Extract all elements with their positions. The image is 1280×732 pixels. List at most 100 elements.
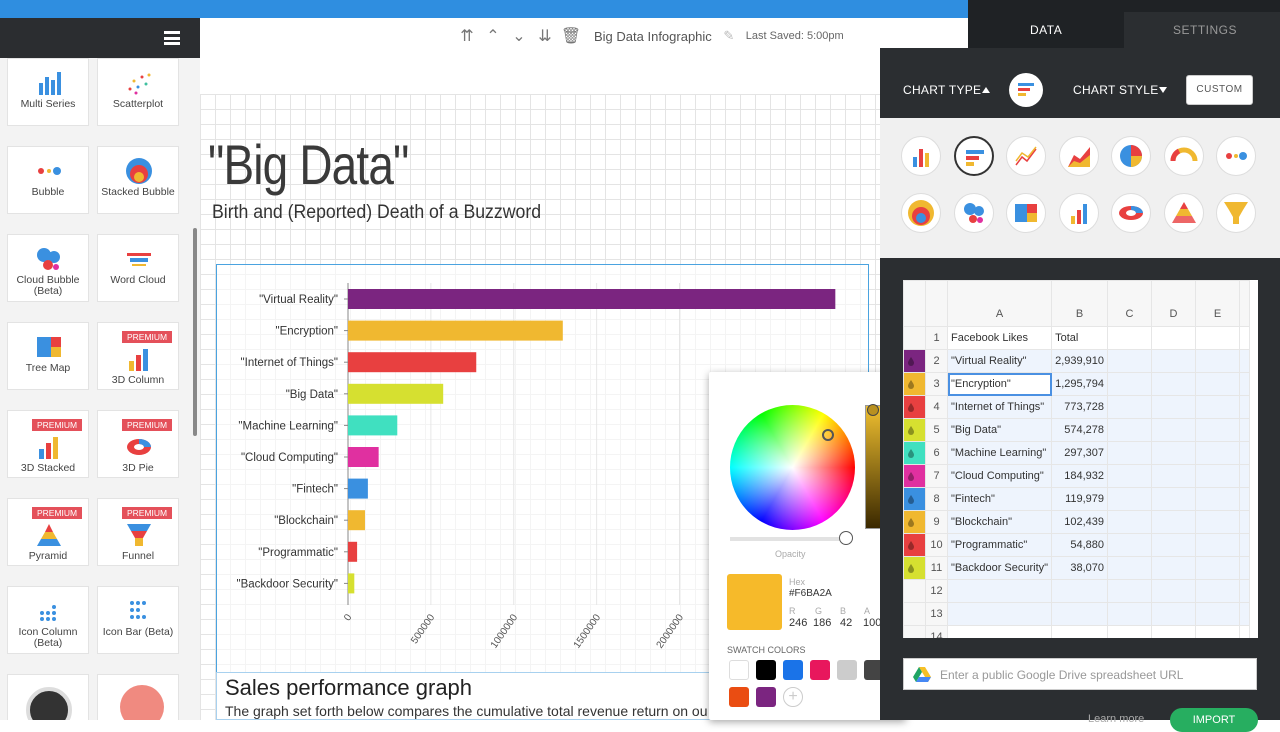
- trash-icon[interactable]: 🗑: [561, 27, 581, 45]
- cell-e[interactable]: [1195, 349, 1241, 373]
- color-drop-icon[interactable]: [903, 465, 921, 488]
- area-chart-icon[interactable]: [1058, 136, 1099, 176]
- column-header[interactable]: A: [946, 280, 1053, 327]
- cell-c[interactable]: [1107, 441, 1153, 465]
- cell-e[interactable]: [1195, 464, 1241, 488]
- cell-d[interactable]: [1151, 418, 1197, 442]
- cell-f[interactable]: [1239, 487, 1251, 511]
- row-number[interactable]: 11: [925, 556, 948, 580]
- line-chart-icon[interactable]: [1006, 136, 1046, 176]
- cell-d[interactable]: [1151, 464, 1197, 488]
- cell-d[interactable]: [1151, 395, 1197, 419]
- learn-more-link[interactable]: Learn more: [1088, 713, 1144, 725]
- hex-input[interactable]: #F6BA2A: [789, 588, 832, 599]
- move-up-icon[interactable]: ⌃: [484, 27, 502, 45]
- cell-e[interactable]: [1195, 510, 1241, 534]
- cell-c[interactable]: [1107, 579, 1153, 603]
- cell-b[interactable]: 54,880: [1051, 533, 1109, 557]
- cell-c[interactable]: [1107, 395, 1153, 419]
- a-input[interactable]: 100: [863, 617, 881, 629]
- color-drop-icon[interactable]: [903, 511, 921, 534]
- swatch-color[interactable]: [729, 687, 749, 707]
- color-drop-icon[interactable]: [903, 396, 921, 419]
- pie-chart-icon[interactable]: [1111, 136, 1151, 176]
- color-drop-icon[interactable]: [903, 373, 921, 396]
- cell-c[interactable]: [1107, 510, 1153, 534]
- cell-c[interactable]: [1107, 556, 1153, 580]
- chart-tile-stacked-bubble[interactable]: Stacked Bubble: [97, 146, 179, 214]
- cell-b[interactable]: 574,278: [1051, 418, 1109, 442]
- row-number[interactable]: 3: [925, 372, 948, 396]
- move-bottom-icon[interactable]: ⇊: [536, 27, 554, 45]
- row-number[interactable]: 1: [925, 326, 948, 350]
- cell-a[interactable]: "Virtual Reality": [946, 349, 1053, 373]
- cell-f[interactable]: [1239, 533, 1251, 557]
- series-color-cell[interactable]: [903, 372, 926, 396]
- cell-f[interactable]: [1239, 579, 1251, 603]
- chart-tile-partial[interactable]: [97, 674, 179, 720]
- cell-d[interactable]: [1151, 602, 1197, 626]
- series-color-cell[interactable]: [903, 556, 926, 580]
- bar-chart-icon[interactable]: [953, 136, 994, 176]
- row-number[interactable]: 4: [925, 395, 948, 419]
- row-number[interactable]: 12: [925, 579, 948, 603]
- bubble-chart-icon[interactable]: [1216, 136, 1256, 176]
- infographic-subtitle[interactable]: Birth and (Reported) Death of a Buzzword: [212, 202, 541, 224]
- cell-c[interactable]: [1107, 326, 1153, 350]
- data-spreadsheet[interactable]: A B C D E 1 Facebook Likes Total 2 "Virtual Reali…: [903, 280, 1258, 638]
- row-number[interactable]: 9: [925, 510, 948, 534]
- cell-c[interactable]: [1107, 464, 1153, 488]
- row-number[interactable]: 13: [925, 602, 948, 626]
- cloud-bubble-chart-icon[interactable]: [953, 193, 994, 233]
- r-input[interactable]: 246: [789, 617, 807, 629]
- cell-b[interactable]: [1051, 579, 1109, 603]
- brightness-slider[interactable]: [865, 405, 881, 529]
- pyramid-chart-icon[interactable]: [1163, 193, 1204, 233]
- swatch-color[interactable]: [729, 660, 749, 680]
- series-color-cell[interactable]: [903, 602, 926, 626]
- cell-f[interactable]: [1239, 372, 1251, 396]
- cell-d[interactable]: [1151, 556, 1197, 580]
- swatch-color[interactable]: [756, 660, 776, 680]
- column-header[interactable]: C: [1107, 280, 1153, 327]
- cell-b[interactable]: [1051, 625, 1109, 638]
- row-number[interactable]: 10: [925, 533, 948, 557]
- chart-tile-multi-series[interactable]: Multi Series: [7, 58, 89, 126]
- cell-a[interactable]: [946, 602, 1053, 626]
- cell-b[interactable]: [1051, 602, 1109, 626]
- infographic-title[interactable]: "Big Data": [208, 132, 409, 197]
- funnel-chart-icon[interactable]: [1216, 193, 1256, 233]
- cell-d[interactable]: [1151, 533, 1197, 557]
- cell-f[interactable]: [1239, 395, 1251, 419]
- import-button[interactable]: IMPORT: [1170, 708, 1258, 732]
- cell-a[interactable]: "Fintech": [946, 487, 1053, 511]
- cell-a[interactable]: [946, 579, 1053, 603]
- color-drop-icon[interactable]: [903, 442, 921, 465]
- cell-d[interactable]: [1151, 625, 1197, 638]
- cell-b[interactable]: 1,295,794: [1051, 372, 1109, 396]
- row-number[interactable]: 6: [925, 441, 948, 465]
- cell-a[interactable]: "Internet of Things": [946, 395, 1053, 419]
- cell-d[interactable]: [1151, 441, 1197, 465]
- row-number[interactable]: 5: [925, 418, 948, 442]
- chart-tile-partial[interactable]: [7, 674, 89, 720]
- cell-e[interactable]: [1195, 556, 1241, 580]
- drive-url-input[interactable]: Enter a public Google Drive spreadsheet …: [903, 658, 1257, 690]
- column-header[interactable]: D: [1151, 280, 1197, 327]
- cell-e[interactable]: [1195, 625, 1241, 638]
- cell-a[interactable]: "Cloud Computing": [946, 464, 1053, 488]
- move-top-icon[interactable]: ⇈: [458, 27, 476, 45]
- series-color-cell[interactable]: [903, 579, 926, 603]
- cell-b[interactable]: 184,932: [1051, 464, 1109, 488]
- color-wheel-handle[interactable]: [822, 429, 834, 441]
- cell-c[interactable]: [1107, 418, 1153, 442]
- cell-c[interactable]: [1107, 533, 1153, 557]
- custom-style-button[interactable]: CUSTOM: [1186, 75, 1253, 105]
- cell-c[interactable]: [1107, 372, 1153, 396]
- color-drop-icon[interactable]: [903, 350, 921, 373]
- chart-type-label[interactable]: CHART TYPE: [903, 83, 981, 97]
- 3d-pie-chart-icon[interactable]: [1111, 193, 1151, 233]
- current-chart-type-icon[interactable]: [1009, 73, 1043, 107]
- cell-a[interactable]: [946, 625, 1053, 638]
- cell-e[interactable]: [1195, 441, 1241, 465]
